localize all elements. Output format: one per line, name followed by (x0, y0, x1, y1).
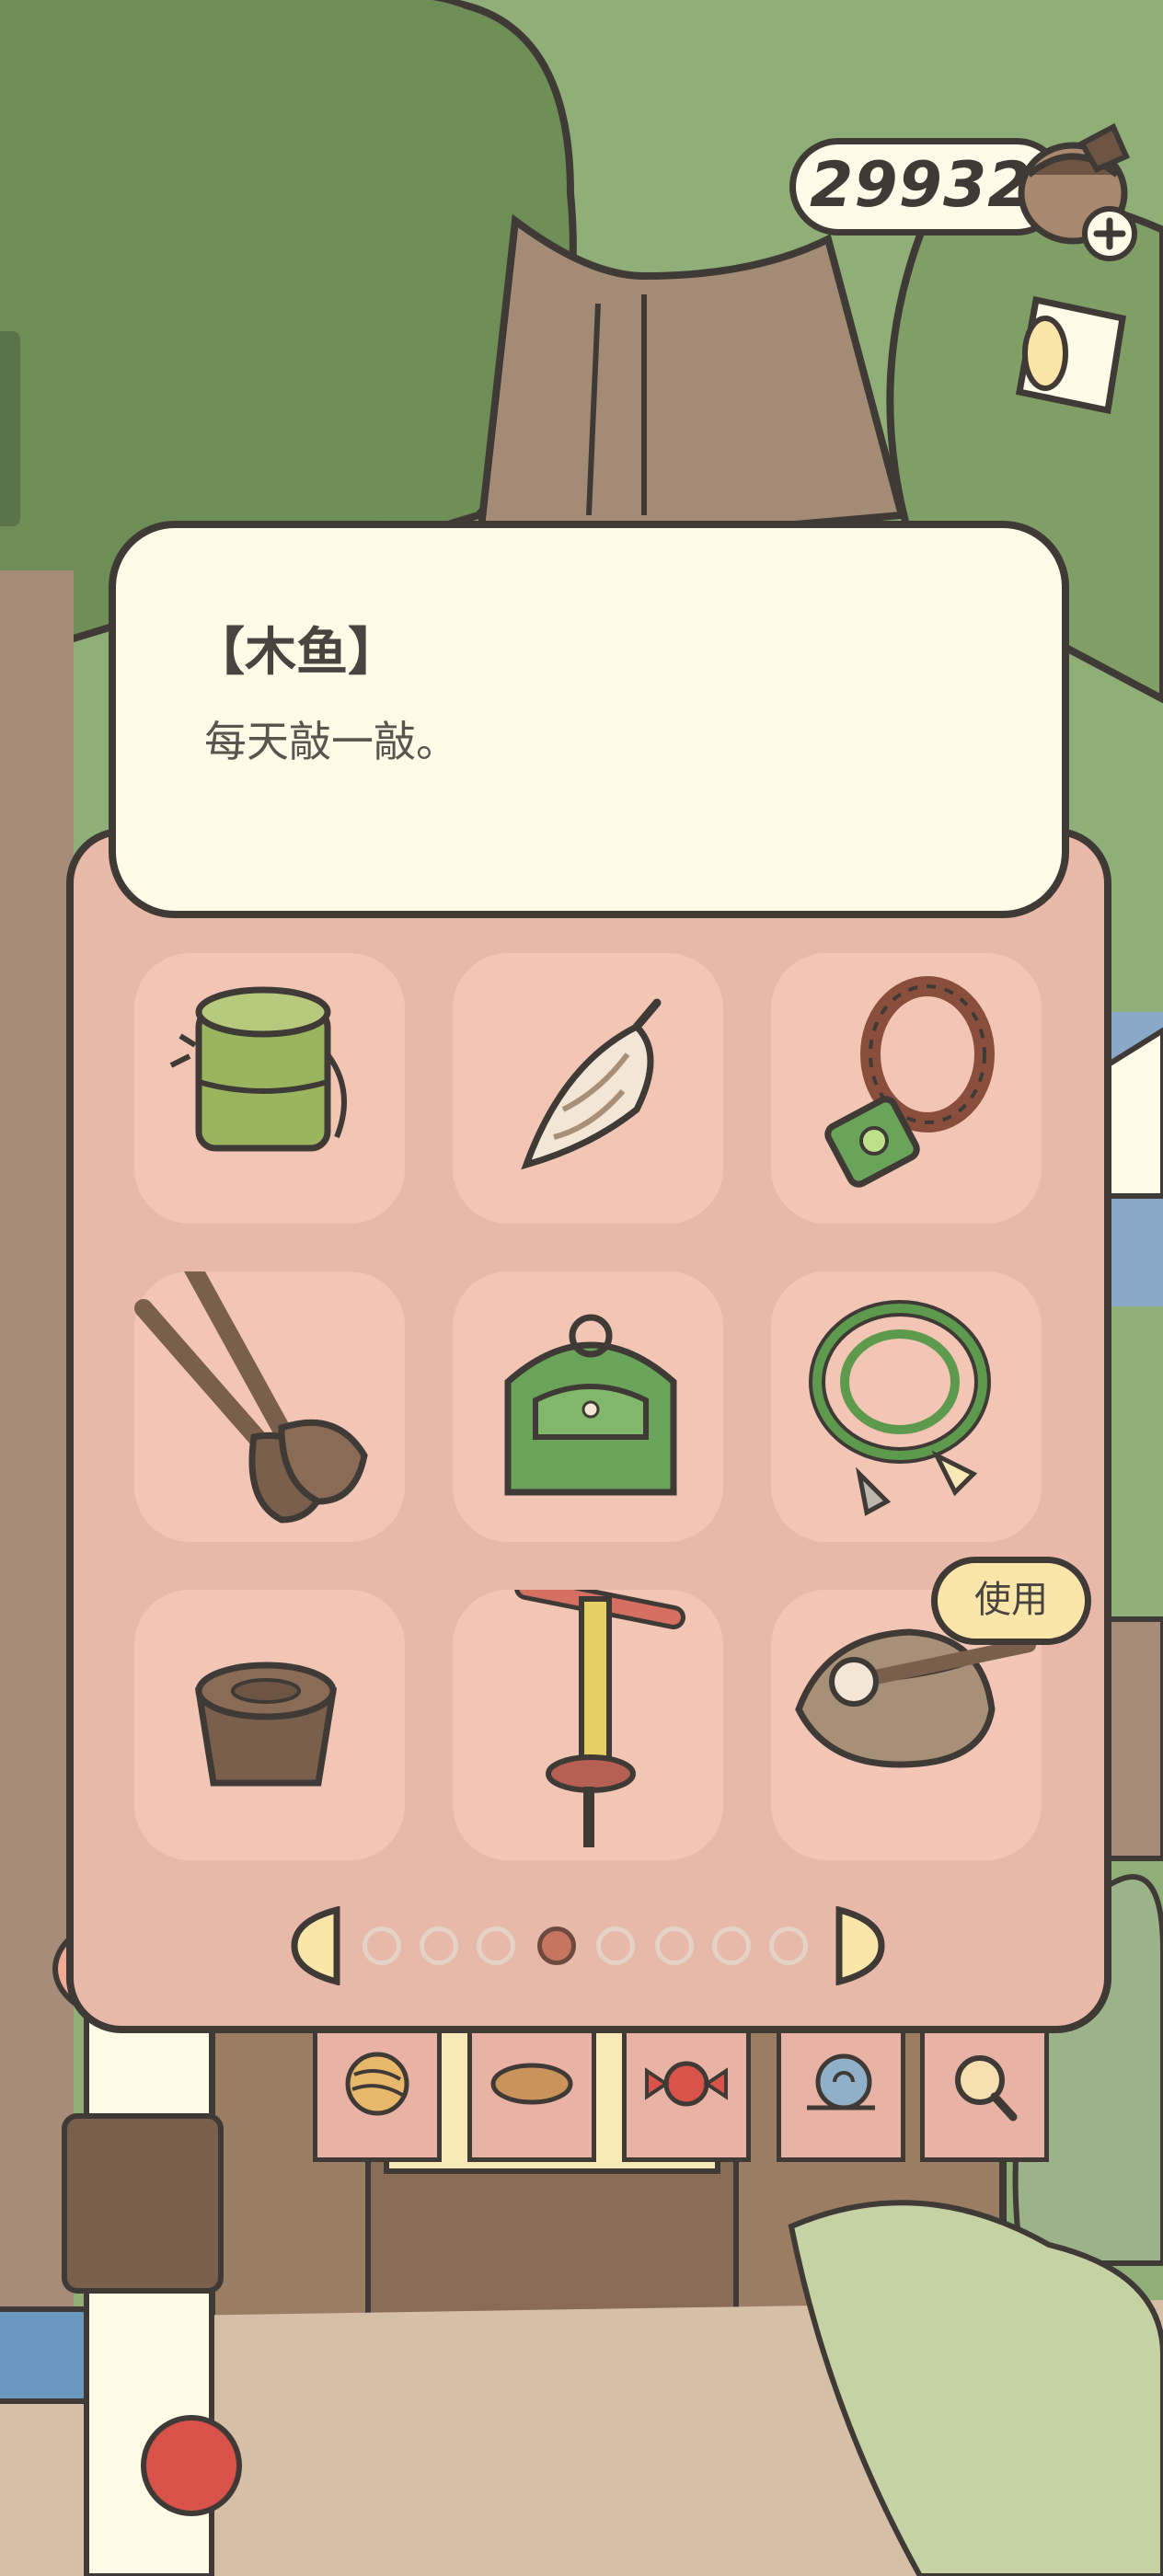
shop-tab[interactable] (622, 2024, 751, 2162)
page-dot[interactable] (769, 1926, 808, 1965)
bag-slot-rope[interactable] (771, 1271, 1042, 1542)
page-dot[interactable] (712, 1926, 751, 1965)
page-dot[interactable] (596, 1926, 635, 1965)
ticket-stub-icon[interactable] (999, 291, 1137, 429)
bamboo-lunchbox-icon (169, 986, 347, 1152)
page-dot[interactable] (477, 1926, 515, 1965)
page-dot[interactable] (363, 1926, 401, 1965)
candy-icon (645, 2061, 728, 2107)
bag-slot-conch[interactable] (453, 953, 723, 1224)
pogo-stick-icon (514, 1590, 685, 1847)
conch-shell-icon (521, 998, 662, 1170)
leaf-plate-icon (490, 2063, 573, 2105)
plus-icon[interactable] (1080, 204, 1139, 263)
clover-count: 299328 (810, 149, 1077, 222)
prayer-beads-charm-icon (824, 976, 995, 1188)
item-title: 【木鱼】 (193, 623, 399, 683)
arrow-left-icon[interactable] (291, 1906, 340, 1985)
shop-tab[interactable] (467, 2024, 596, 2162)
bag-slot-oars[interactable] (134, 1271, 405, 1542)
bag-slot-pogo[interactable] (453, 1590, 723, 1860)
page-dot[interactable] (420, 1926, 458, 1965)
bag-slot-beads[interactable] (771, 953, 1042, 1224)
bag-slot-lunchbox[interactable] (134, 953, 405, 1224)
use-item-button[interactable]: 使用 (931, 1557, 1091, 1645)
shop-tab[interactable] (313, 2024, 442, 2162)
green-backpack-icon (504, 1314, 677, 1496)
magnifier-icon (955, 2055, 1018, 2122)
bag-slot-tub[interactable] (134, 1590, 405, 1860)
snail-shell-icon (807, 2053, 875, 2110)
climbing-rope-icon (809, 1300, 991, 1516)
wooden-tub-icon (194, 1662, 338, 1787)
item-description: 每天敲一敲。 (204, 717, 458, 766)
wooden-oars-icon (134, 1271, 368, 1524)
arrow-right-icon[interactable] (835, 1906, 885, 1985)
shop-tabs (313, 2024, 1049, 2171)
page-dot-active[interactable] (537, 1926, 576, 1965)
page-dots (363, 1926, 823, 1967)
yarn-ball-icon (345, 2052, 409, 2116)
page-dot[interactable] (655, 1926, 694, 1965)
bag-slot-backpack[interactable] (453, 1271, 723, 1542)
shop-tab[interactable] (777, 2024, 905, 2162)
shop-tab[interactable] (920, 2024, 1049, 2162)
